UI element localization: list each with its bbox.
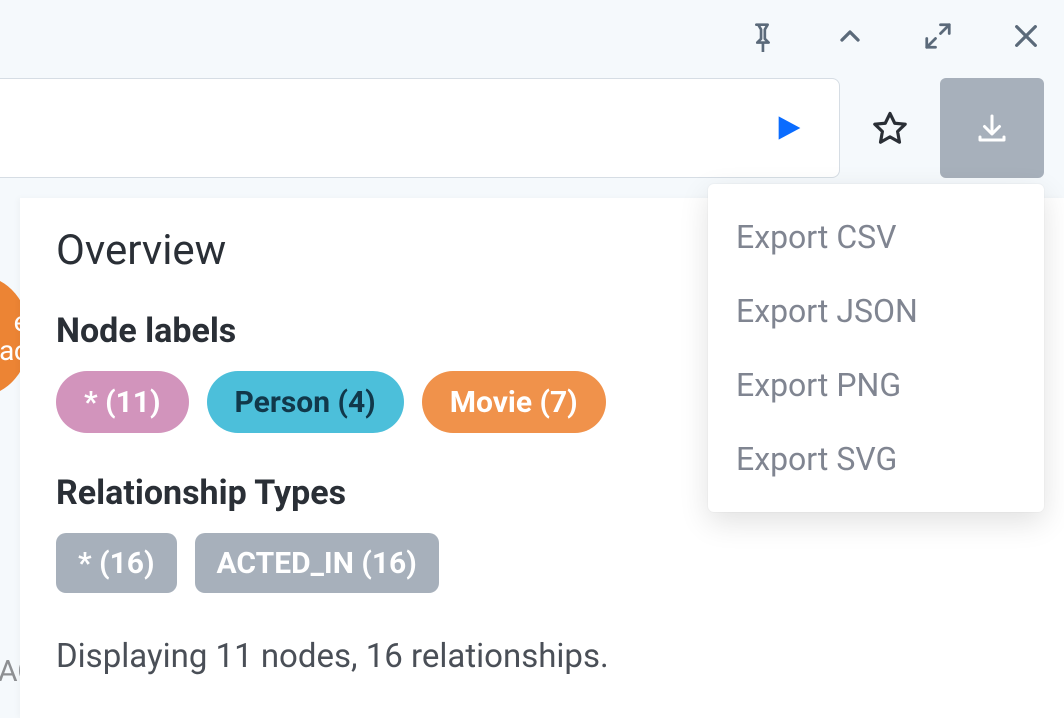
window-toolbar [746,20,1042,52]
run-button[interactable] [767,108,807,148]
query-action-bar [0,78,1064,178]
node-label-all[interactable]: * (11) [56,371,189,433]
favorite-button[interactable] [840,78,940,178]
export-menu: Export CSV Export JSON Export PNG Export… [708,184,1044,512]
export-svg[interactable]: Export SVG [708,422,1044,496]
close-icon[interactable] [1010,20,1042,52]
export-png[interactable]: Export PNG [708,348,1044,422]
action-side-buttons [840,78,1044,178]
pin-icon[interactable] [746,20,778,52]
rel-type-all[interactable]: * (16) [56,533,177,593]
chevron-up-icon[interactable] [834,20,866,52]
query-editor[interactable] [0,78,840,178]
status-text: Displaying 11 nodes, 16 relationships. [56,637,1028,676]
export-csv[interactable]: Export CSV [708,200,1044,274]
relationship-types-row: * (16) ACTED_IN (16) [56,533,1028,593]
node-label-movie[interactable]: Movie (7) [422,371,606,433]
download-button[interactable] [940,78,1044,178]
expand-icon[interactable] [922,20,954,52]
rel-type-acted-in[interactable]: ACTED_IN (16) [195,533,439,593]
node-label-person[interactable]: Person (4) [207,371,404,433]
export-json[interactable]: Export JSON [708,274,1044,348]
